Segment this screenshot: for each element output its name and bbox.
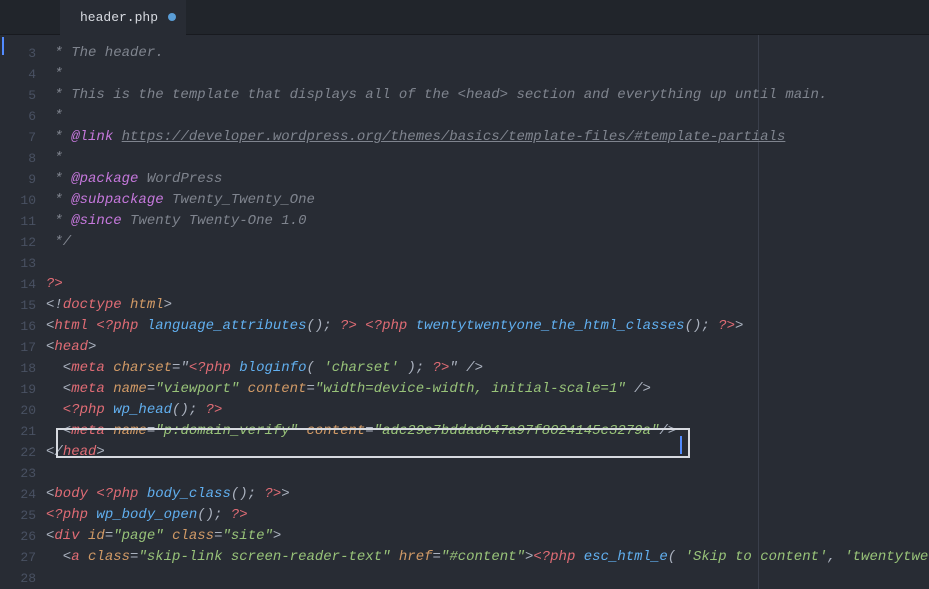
code-area[interactable]: 3456789101112131415161718192021222324252…	[0, 35, 929, 589]
code-content[interactable]: * The header. * * This is the template t…	[46, 35, 929, 589]
code-line[interactable]: <head>	[46, 337, 929, 358]
code-line[interactable]: <meta charset="<?php bloginfo( 'charset'…	[46, 358, 929, 379]
line-number: 21	[8, 421, 46, 442]
line-number: 20	[8, 400, 46, 421]
line-number: 13	[8, 253, 46, 274]
line-number: 9	[8, 169, 46, 190]
line-number: 3	[8, 43, 46, 64]
text-cursor	[680, 436, 682, 454]
line-number: 15	[8, 295, 46, 316]
line-number: 7	[8, 127, 46, 148]
line-number: 8	[8, 148, 46, 169]
line-number: 6	[8, 106, 46, 127]
modified-indicator-icon	[168, 13, 176, 21]
code-line[interactable]: </head>	[46, 442, 929, 463]
tab-filename: header.php	[80, 10, 158, 25]
line-number: 24	[8, 484, 46, 505]
tab-bar: header.php	[0, 0, 929, 35]
line-number: 5	[8, 85, 46, 106]
code-line[interactable]: * @link https://developer.wordpress.org/…	[46, 127, 929, 148]
fold-marker-icon	[2, 37, 4, 55]
code-line[interactable]: * @subpackage Twenty_Twenty_One	[46, 190, 929, 211]
code-line[interactable]: * @since Twenty Twenty-One 1.0	[46, 211, 929, 232]
code-line[interactable]: <div id="page" class="site">	[46, 526, 929, 547]
code-line[interactable]: <body <?php body_class(); ?>>	[46, 484, 929, 505]
code-line[interactable]	[46, 463, 929, 484]
code-line[interactable]: * @package WordPress	[46, 169, 929, 190]
code-line[interactable]: */	[46, 232, 929, 253]
code-line[interactable]: <a class="skip-link screen-reader-text" …	[46, 547, 929, 568]
code-line[interactable]: * The header.	[46, 43, 929, 64]
line-number: 14	[8, 274, 46, 295]
code-line[interactable]: <meta name="viewport" content="width=dev…	[46, 379, 929, 400]
line-number: 4	[8, 64, 46, 85]
code-line[interactable]: <!doctype html>	[46, 295, 929, 316]
code-line[interactable]: <?php wp_head(); ?>	[46, 400, 929, 421]
code-line[interactable]: *	[46, 64, 929, 85]
gutter: 3456789101112131415161718192021222324252…	[8, 35, 46, 589]
line-number: 23	[8, 463, 46, 484]
code-line[interactable]: *	[46, 106, 929, 127]
line-number: 25	[8, 505, 46, 526]
line-number: 26	[8, 526, 46, 547]
code-line[interactable]: ?>	[46, 274, 929, 295]
code-line[interactable]: <?php wp_body_open(); ?>	[46, 505, 929, 526]
code-line[interactable]	[46, 253, 929, 274]
line-number: 28	[8, 568, 46, 589]
line-number: 12	[8, 232, 46, 253]
code-line[interactable]: <meta name="p:domain_verify" content="ad…	[46, 421, 929, 442]
line-number: 18	[8, 358, 46, 379]
code-line[interactable]: <html <?php language_attributes(); ?> <?…	[46, 316, 929, 337]
line-number: 19	[8, 379, 46, 400]
line-number: 22	[8, 442, 46, 463]
line-number: 17	[8, 337, 46, 358]
file-tab[interactable]: header.php	[60, 0, 186, 35]
line-number: 11	[8, 211, 46, 232]
indicator-strip	[0, 35, 8, 589]
line-number: 10	[8, 190, 46, 211]
code-line[interactable]: * This is the template that displays all…	[46, 85, 929, 106]
line-number: 16	[8, 316, 46, 337]
code-line[interactable]: *	[46, 148, 929, 169]
editor-container: header.php 34567891011121314151617181920…	[0, 0, 929, 573]
line-number: 27	[8, 547, 46, 568]
